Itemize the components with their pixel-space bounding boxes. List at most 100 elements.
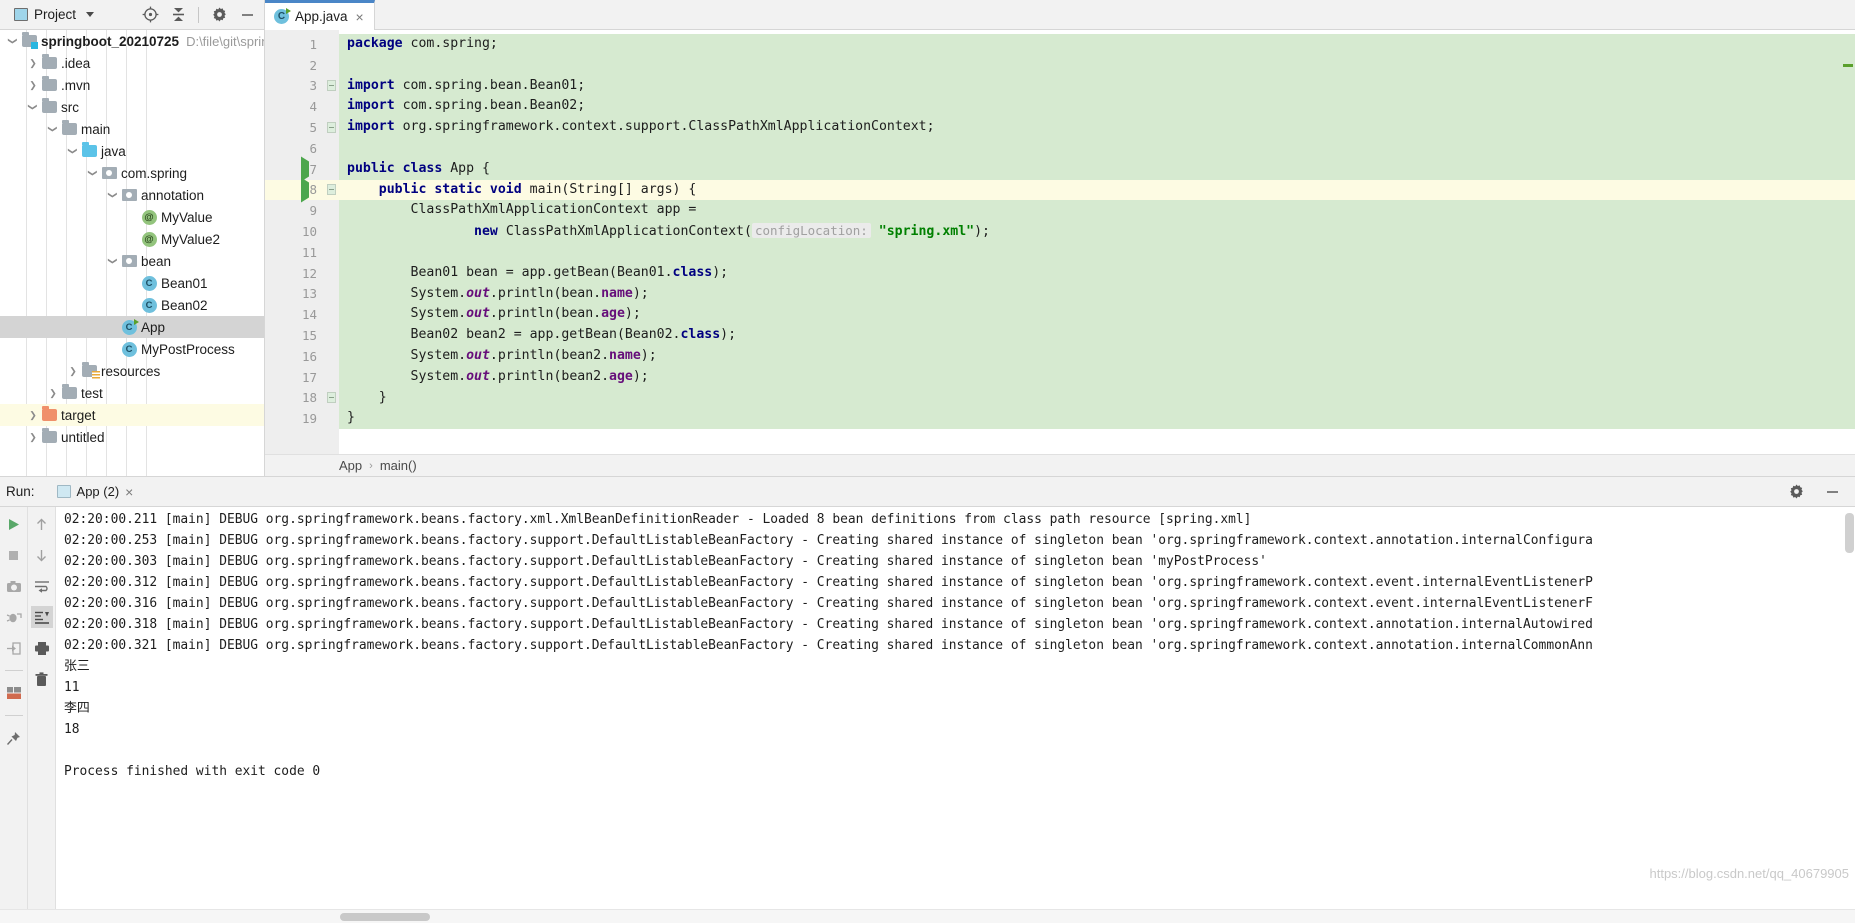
tree-node-resources[interactable]: ❯ resources xyxy=(0,360,264,382)
line-number[interactable]: 1 xyxy=(265,34,323,55)
fold-cell[interactable] xyxy=(323,34,339,55)
line-number[interactable]: 16 xyxy=(265,346,323,367)
chevron-down-icon[interactable]: ❯ xyxy=(102,188,124,202)
line-number[interactable]: 14 xyxy=(265,304,323,325)
line-number[interactable]: 5 xyxy=(265,117,323,138)
chevron-right-icon[interactable]: ❯ xyxy=(26,52,40,74)
tree-node-src[interactable]: ❯ src xyxy=(0,96,264,118)
code-line[interactable]: Bean01 bean = app.getBean(Bean01.class); xyxy=(339,262,1855,284)
fold-cell[interactable] xyxy=(323,242,339,263)
code-folding-gutter[interactable] xyxy=(323,30,339,454)
chevron-right-icon[interactable]: ❯ xyxy=(26,404,40,426)
chevron-down-icon[interactable] xyxy=(86,12,95,17)
chevron-right-icon[interactable]: ❯ xyxy=(26,426,40,448)
code-line[interactable]: import com.spring.bean.Bean01; xyxy=(339,75,1855,97)
close-icon[interactable]: × xyxy=(125,484,133,500)
tree-node--mvn[interactable]: ❯ .mvn xyxy=(0,74,264,96)
code-line[interactable]: System.out.println(bean2.name); xyxy=(339,345,1855,367)
code-line[interactable]: } xyxy=(339,387,1855,409)
code-line[interactable] xyxy=(339,241,1855,263)
settings-gear-icon[interactable] xyxy=(206,2,232,28)
line-number[interactable]: 6 xyxy=(265,138,323,159)
code-line[interactable]: System.out.println(bean2.age); xyxy=(339,366,1855,388)
chevron-right-icon[interactable]: ❯ xyxy=(66,360,80,382)
collapse-region-icon[interactable] xyxy=(326,80,336,92)
collapse-region-icon[interactable] xyxy=(326,122,336,134)
tree-node-annotation[interactable]: ❯ annotation xyxy=(0,184,264,206)
tree-node-test[interactable]: ❯ test xyxy=(0,382,264,404)
layout-icon[interactable] xyxy=(3,682,25,704)
print-icon[interactable] xyxy=(31,637,53,659)
line-number[interactable]: 15 xyxy=(265,325,323,346)
line-number[interactable]: 11 xyxy=(265,242,323,263)
chevron-right-icon[interactable]: ❯ xyxy=(26,74,40,96)
line-number-gutter[interactable]: 1 2 3 4 5 6 7 8 9 10 11 12 13 14 15 16 17 18 19 xyxy=(265,30,323,454)
breadcrumb-item-class[interactable]: App xyxy=(339,458,362,473)
fold-cell[interactable] xyxy=(323,304,339,325)
console-output[interactable]: 02:20:00.211 [main] DEBUG org.springfram… xyxy=(56,507,1855,909)
code-line[interactable]: import com.spring.bean.Bean02; xyxy=(339,96,1855,118)
code-line[interactable]: public class App { xyxy=(339,158,1855,180)
close-icon[interactable]: × xyxy=(356,10,364,24)
chevron-down-icon[interactable]: ❯ xyxy=(62,144,84,158)
tree-node-app[interactable]: C App xyxy=(0,316,264,338)
fold-cell[interactable] xyxy=(323,117,339,138)
line-number[interactable]: 4 xyxy=(265,96,323,117)
line-number[interactable]: 10 xyxy=(265,221,323,242)
fold-cell[interactable] xyxy=(323,138,339,159)
line-number[interactable]: 17 xyxy=(265,367,323,388)
chevron-down-icon[interactable]: ❯ xyxy=(2,34,24,48)
stop-icon[interactable] xyxy=(3,544,25,566)
collapse-region-icon[interactable] xyxy=(326,184,336,196)
settings-gear-icon[interactable] xyxy=(1783,479,1809,505)
code-line[interactable]: Bean02 bean2 = app.getBean(Bean02.class)… xyxy=(339,325,1855,346)
run-gutter-icon[interactable] xyxy=(301,156,309,182)
code-line[interactable]: new ClassPathXmlApplicationContext(confi… xyxy=(339,221,1855,242)
locate-icon[interactable] xyxy=(137,2,163,28)
soft-wrap-icon[interactable] xyxy=(31,575,53,597)
code-line[interactable] xyxy=(339,54,1855,76)
tree-node--idea[interactable]: ❯ .idea xyxy=(0,52,264,74)
code-line[interactable]: System.out.println(bean.name); xyxy=(339,283,1855,305)
project-view-selector[interactable]: Project xyxy=(8,5,100,24)
tree-node-myvalue[interactable]: @ MyValue xyxy=(0,206,264,228)
tree-node-target[interactable]: ❯ target xyxy=(0,404,264,426)
fold-cell[interactable] xyxy=(323,159,339,180)
code-line[interactable] xyxy=(339,137,1855,159)
run-gutter-icon[interactable] xyxy=(301,177,309,203)
breadcrumb-item-method[interactable]: main() xyxy=(380,458,417,473)
debug-icon[interactable] xyxy=(3,606,25,628)
line-number[interactable]: 19 xyxy=(265,408,323,429)
fold-cell[interactable] xyxy=(323,388,339,409)
run-tab-app[interactable]: App (2) × xyxy=(56,484,133,500)
fold-cell[interactable] xyxy=(323,200,339,221)
tab-app-java[interactable]: C App.java × xyxy=(265,0,375,30)
chevron-right-icon[interactable]: ❯ xyxy=(46,382,60,404)
collapse-all-icon[interactable] xyxy=(165,2,191,28)
fold-cell[interactable] xyxy=(323,408,339,429)
camera-icon[interactable] xyxy=(3,575,25,597)
line-number[interactable]: 7 xyxy=(265,156,323,182)
tree-node-bean[interactable]: ❯ bean xyxy=(0,250,264,272)
fold-cell[interactable] xyxy=(323,96,339,117)
line-number[interactable]: 9 xyxy=(265,200,323,221)
tree-node-com-spring[interactable]: ❯ com.spring xyxy=(0,162,264,184)
line-number[interactable]: 13 xyxy=(265,284,323,305)
scroll-to-end-icon[interactable] xyxy=(30,606,53,628)
pin-icon[interactable] xyxy=(3,727,25,749)
fold-cell[interactable] xyxy=(323,367,339,388)
fold-cell[interactable] xyxy=(323,263,339,284)
line-number[interactable]: 12 xyxy=(265,263,323,284)
error-stripe-marker[interactable] xyxy=(1843,64,1853,67)
fold-cell[interactable] xyxy=(323,221,339,242)
line-number[interactable]: 2 xyxy=(265,55,323,76)
line-number[interactable]: 18 xyxy=(265,388,323,409)
code-line[interactable]: package com.spring; xyxy=(339,34,1855,55)
scrollbar-thumb[interactable] xyxy=(340,913,430,921)
code-line[interactable]: public static void main(String[] args) { xyxy=(339,179,1855,201)
trash-icon[interactable] xyxy=(31,668,53,690)
chevron-down-icon[interactable]: ❯ xyxy=(82,166,104,180)
chevron-down-icon[interactable]: ❯ xyxy=(42,122,64,136)
code-line[interactable]: System.out.println(bean.age); xyxy=(339,304,1855,326)
tree-node-mypostprocess[interactable]: C MyPostProcess xyxy=(0,338,264,360)
